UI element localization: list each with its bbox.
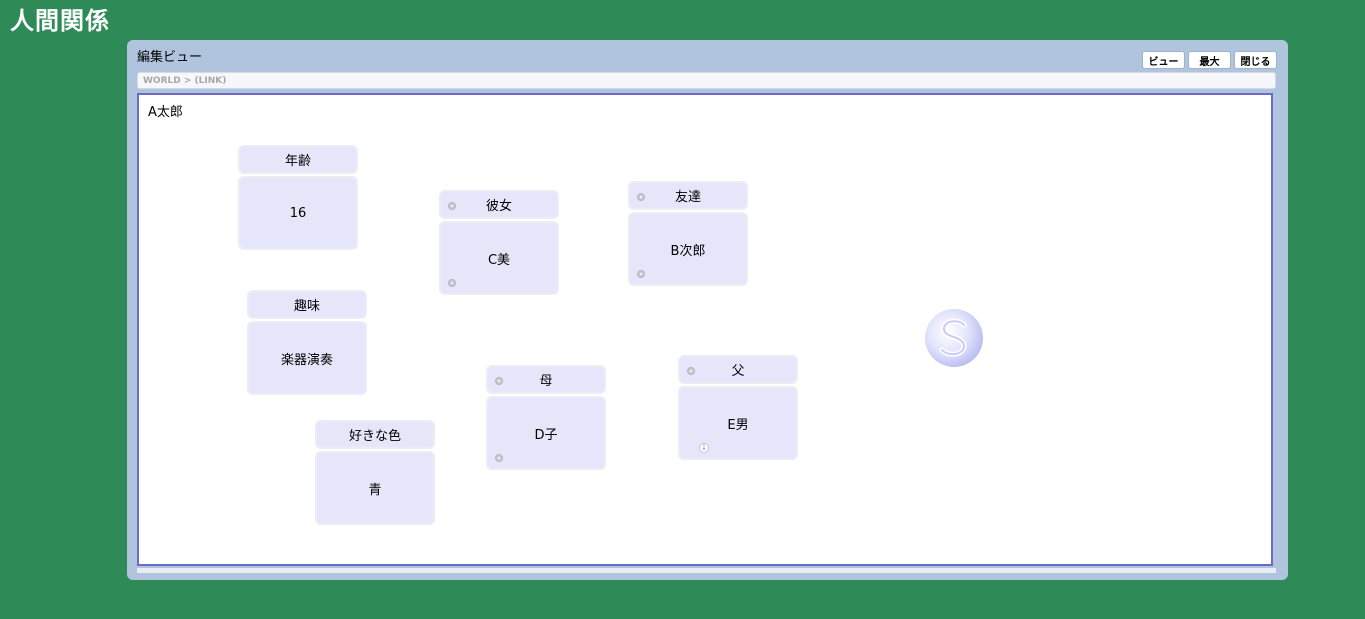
card-age-label[interactable]: 年齢: [238, 145, 358, 174]
card-girlfriend-label-text: 彼女: [485, 199, 512, 214]
link-dot-icon[interactable]: [495, 377, 503, 385]
card-favorite-color-value-text: 青: [368, 482, 382, 498]
close-button[interactable]: 閉じる: [1234, 51, 1277, 69]
link-dot-icon[interactable]: [687, 367, 695, 375]
card-favorite-color-label[interactable]: 好きな色: [315, 420, 435, 449]
card-hobby-value[interactable]: 楽器演奏: [247, 321, 367, 395]
card-hobby-label[interactable]: 趣味: [247, 290, 367, 319]
card-girlfriend-value[interactable]: C美: [439, 221, 559, 295]
card-father-value[interactable]: E男 ↓: [678, 386, 798, 460]
link-dot-icon[interactable]: [495, 454, 503, 462]
edit-view-window: 編集ビュー ビュー 最大 閉じる WORLD > (LINK) A太郎 年齢 1…: [127, 40, 1288, 580]
card-girlfriend-value-text: C美: [487, 252, 511, 268]
card-mother-value-text: D子: [534, 427, 558, 443]
card-girlfriend-label[interactable]: 彼女: [439, 190, 559, 219]
card-age-value-text: 16: [289, 205, 307, 221]
card-mother-label-text: 母: [539, 374, 553, 389]
card-father-value-text: E男: [727, 417, 749, 433]
card-favorite-color-label-text: 好きな色: [348, 429, 401, 444]
node-canvas[interactable]: A太郎 年齢 16 彼女 C美 友達 B次郎 趣味 楽器演奏 母 D子 父 E男…: [137, 93, 1273, 566]
view-button[interactable]: ビュー: [1142, 51, 1185, 69]
window-title: 編集ビュー: [137, 50, 203, 65]
card-friend-label[interactable]: 友達: [628, 181, 748, 210]
arrow-down-icon[interactable]: ↓: [699, 443, 709, 453]
card-friend-value-text: B次郎: [670, 243, 706, 259]
card-favorite-color-value[interactable]: 青: [315, 451, 435, 525]
card-age-value[interactable]: 16: [238, 176, 358, 250]
link-dot-icon[interactable]: [637, 270, 645, 278]
card-father-label[interactable]: 父: [678, 355, 798, 384]
node-name: A太郎: [148, 105, 183, 120]
link-dot-icon[interactable]: [448, 202, 456, 210]
card-age-label-text: 年齢: [284, 154, 311, 169]
card-father-label-text: 父: [731, 364, 745, 379]
card-hobby-label-text: 趣味: [293, 299, 320, 314]
s-logo-icon: [925, 309, 983, 367]
card-friend-label-text: 友達: [674, 190, 701, 205]
breadcrumb[interactable]: WORLD > (LINK): [137, 72, 1276, 89]
link-dot-icon[interactable]: [637, 193, 645, 201]
card-mother-value[interactable]: D子: [486, 396, 606, 470]
maximize-button[interactable]: 最大: [1188, 51, 1231, 69]
window-controls: ビュー 最大 閉じる: [1142, 51, 1277, 69]
window-bottom-strip: [137, 568, 1276, 573]
card-mother-label[interactable]: 母: [486, 365, 606, 394]
card-friend-value[interactable]: B次郎: [628, 212, 748, 286]
app-title: 人間関係: [10, 7, 110, 35]
card-hobby-value-text: 楽器演奏: [280, 352, 333, 368]
link-dot-icon[interactable]: [448, 279, 456, 287]
